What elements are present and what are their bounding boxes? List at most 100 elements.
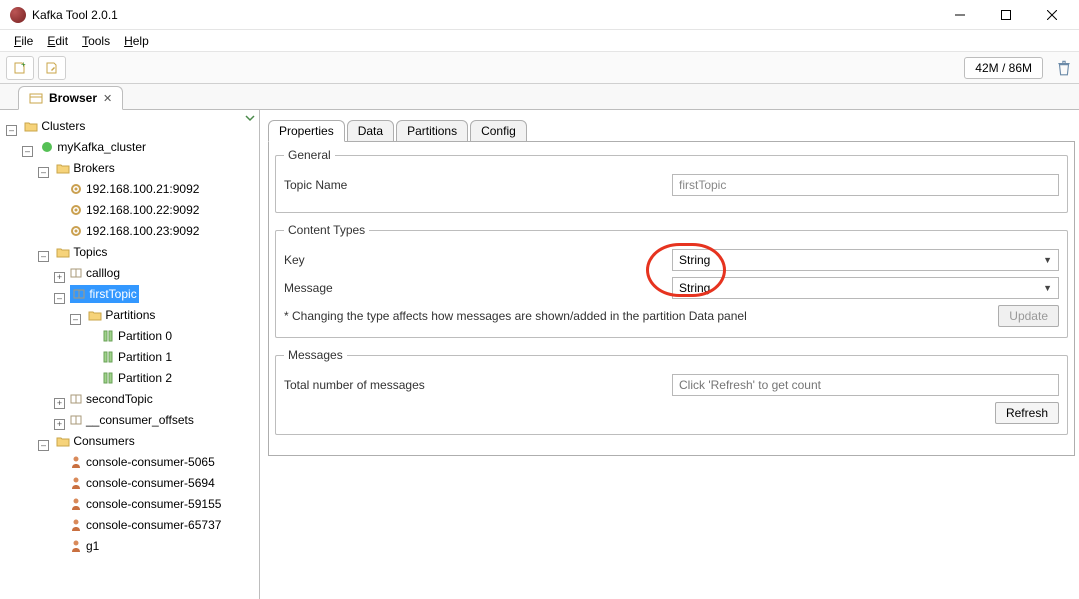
tab-body: General Topic Name Content Types Key Str…	[268, 141, 1075, 456]
menu-file[interactable]: File	[8, 32, 39, 50]
person-icon	[69, 539, 83, 553]
tree-node-consumers[interactable]: Consumers	[54, 432, 136, 450]
cluster-tree[interactable]: – Clusters – myKafka_cluster	[0, 113, 259, 558]
editor-tab-label: Browser	[49, 91, 97, 105]
close-button[interactable]	[1029, 0, 1075, 30]
edit-cluster-button[interactable]	[38, 56, 66, 80]
close-tab-icon[interactable]: ✕	[103, 92, 112, 105]
tree-node-partition[interactable]: Partition 2	[99, 369, 174, 387]
tab-properties[interactable]: Properties	[268, 120, 345, 142]
tree-toggle[interactable]: +	[54, 272, 65, 283]
tree-toggle[interactable]: –	[38, 167, 49, 178]
status-green-icon	[40, 140, 54, 154]
menu-edit[interactable]: Edit	[41, 32, 74, 50]
person-icon	[69, 476, 83, 490]
topic-name-label: Topic Name	[284, 178, 664, 192]
window-title: Kafka Tool 2.0.1	[32, 8, 118, 22]
key-type-select[interactable]: String ▼	[672, 249, 1059, 271]
key-label: Key	[284, 253, 664, 267]
tree-node-consumer[interactable]: console-consumer-59155	[67, 495, 223, 513]
tree-node-partition[interactable]: Partition 1	[99, 348, 174, 366]
gear-icon	[69, 203, 83, 217]
titlebar: Kafka Tool 2.0.1	[0, 0, 1079, 30]
tree-toggle[interactable]: –	[22, 146, 33, 157]
tree-toggle[interactable]: –	[54, 293, 65, 304]
menu-help[interactable]: Help	[118, 32, 155, 50]
view-menu-dropdown-icon[interactable]	[245, 112, 255, 122]
add-cluster-button[interactable]: +	[6, 56, 34, 80]
person-icon	[69, 518, 83, 532]
message-label: Message	[284, 281, 664, 295]
group-legend: General	[284, 148, 335, 162]
group-messages: Messages Total number of messages Refres…	[275, 348, 1068, 435]
tree-node-consumer[interactable]: console-consumer-5065	[67, 453, 217, 471]
tree-node-consumer[interactable]: console-consumer-5694	[67, 474, 217, 492]
folder-open-icon	[56, 245, 70, 259]
content-types-note: * Changing the type affects how messages…	[284, 309, 992, 323]
tree-node-partitions[interactable]: Partitions	[86, 306, 157, 324]
group-legend: Messages	[284, 348, 347, 362]
tree-node-broker[interactable]: 192.168.100.21:9092	[67, 180, 201, 198]
update-button[interactable]: Update	[998, 305, 1059, 327]
folder-open-icon	[56, 434, 70, 448]
chevron-down-icon: ▼	[1043, 283, 1052, 293]
refresh-button[interactable]: Refresh	[995, 402, 1059, 424]
folder-open-icon	[88, 308, 102, 322]
menubar: File Edit Tools Help	[0, 30, 1079, 52]
tree-toggle[interactable]: +	[54, 398, 65, 409]
tab-partitions[interactable]: Partitions	[396, 120, 468, 142]
tree-node-topics[interactable]: Topics	[54, 243, 109, 261]
tree-node-broker[interactable]: 192.168.100.23:9092	[67, 222, 201, 240]
gear-icon	[69, 182, 83, 196]
chevron-down-icon: ▼	[1043, 255, 1052, 265]
folder-open-icon	[56, 161, 70, 175]
total-messages-label: Total number of messages	[284, 378, 664, 392]
tree-toggle[interactable]: –	[38, 440, 49, 451]
group-general: General Topic Name	[275, 148, 1068, 213]
partition-icon	[101, 350, 115, 364]
total-messages-input[interactable]	[672, 374, 1059, 396]
book-icon	[69, 392, 83, 406]
tree-node-clusters[interactable]: Clusters	[22, 117, 87, 135]
partition-icon	[101, 371, 115, 385]
menu-tools[interactable]: Tools	[76, 32, 116, 50]
tree-node-consumer[interactable]: g1	[67, 537, 101, 555]
tree-toggle[interactable]: –	[6, 125, 17, 136]
book-icon	[69, 413, 83, 427]
tree-toggle[interactable]: –	[70, 314, 81, 325]
folder-icon	[24, 119, 38, 133]
maximize-button[interactable]	[983, 0, 1029, 30]
tree-node-topic-selected[interactable]: firstTopic	[70, 285, 138, 303]
tree-node-partition[interactable]: Partition 0	[99, 327, 174, 345]
tree-toggle[interactable]: –	[38, 251, 49, 262]
details-pane: Properties Data Partitions Config Genera…	[260, 110, 1079, 599]
toolbar: + 42M / 86M	[0, 52, 1079, 84]
tab-data[interactable]: Data	[347, 120, 394, 142]
svg-text:+: +	[21, 60, 26, 69]
tree-node-consumer[interactable]: console-consumer-65737	[67, 516, 223, 534]
tree-node-cluster[interactable]: myKafka_cluster	[38, 138, 148, 156]
tree-node-topic[interactable]: secondTopic	[67, 390, 155, 408]
topic-name-input[interactable]	[672, 174, 1059, 196]
tree-node-brokers[interactable]: Brokers	[54, 159, 116, 177]
message-type-select[interactable]: String ▼	[672, 277, 1059, 299]
browser-tab-icon	[29, 91, 43, 105]
gear-icon	[69, 224, 83, 238]
gc-trash-icon[interactable]	[1055, 59, 1073, 77]
book-icon	[69, 266, 83, 280]
minimize-button[interactable]	[937, 0, 983, 30]
tree-pane: – Clusters – myKafka_cluster	[0, 110, 260, 599]
group-content-types: Content Types Key String ▼ Message Strin…	[275, 223, 1068, 338]
tree-toggle[interactable]: +	[54, 419, 65, 430]
group-legend: Content Types	[284, 223, 369, 237]
detail-tabs: Properties Data Partitions Config	[268, 118, 1075, 142]
editor-tab-browser[interactable]: Browser ✕	[18, 86, 123, 110]
tree-node-topic[interactable]: calllog	[67, 264, 122, 282]
book-icon	[72, 287, 86, 301]
main-split: – Clusters – myKafka_cluster	[0, 110, 1079, 599]
window-controls	[937, 0, 1075, 30]
person-icon	[69, 455, 83, 469]
tree-node-topic[interactable]: __consumer_offsets	[67, 411, 196, 429]
tree-node-broker[interactable]: 192.168.100.22:9092	[67, 201, 201, 219]
tab-config[interactable]: Config	[470, 120, 527, 142]
